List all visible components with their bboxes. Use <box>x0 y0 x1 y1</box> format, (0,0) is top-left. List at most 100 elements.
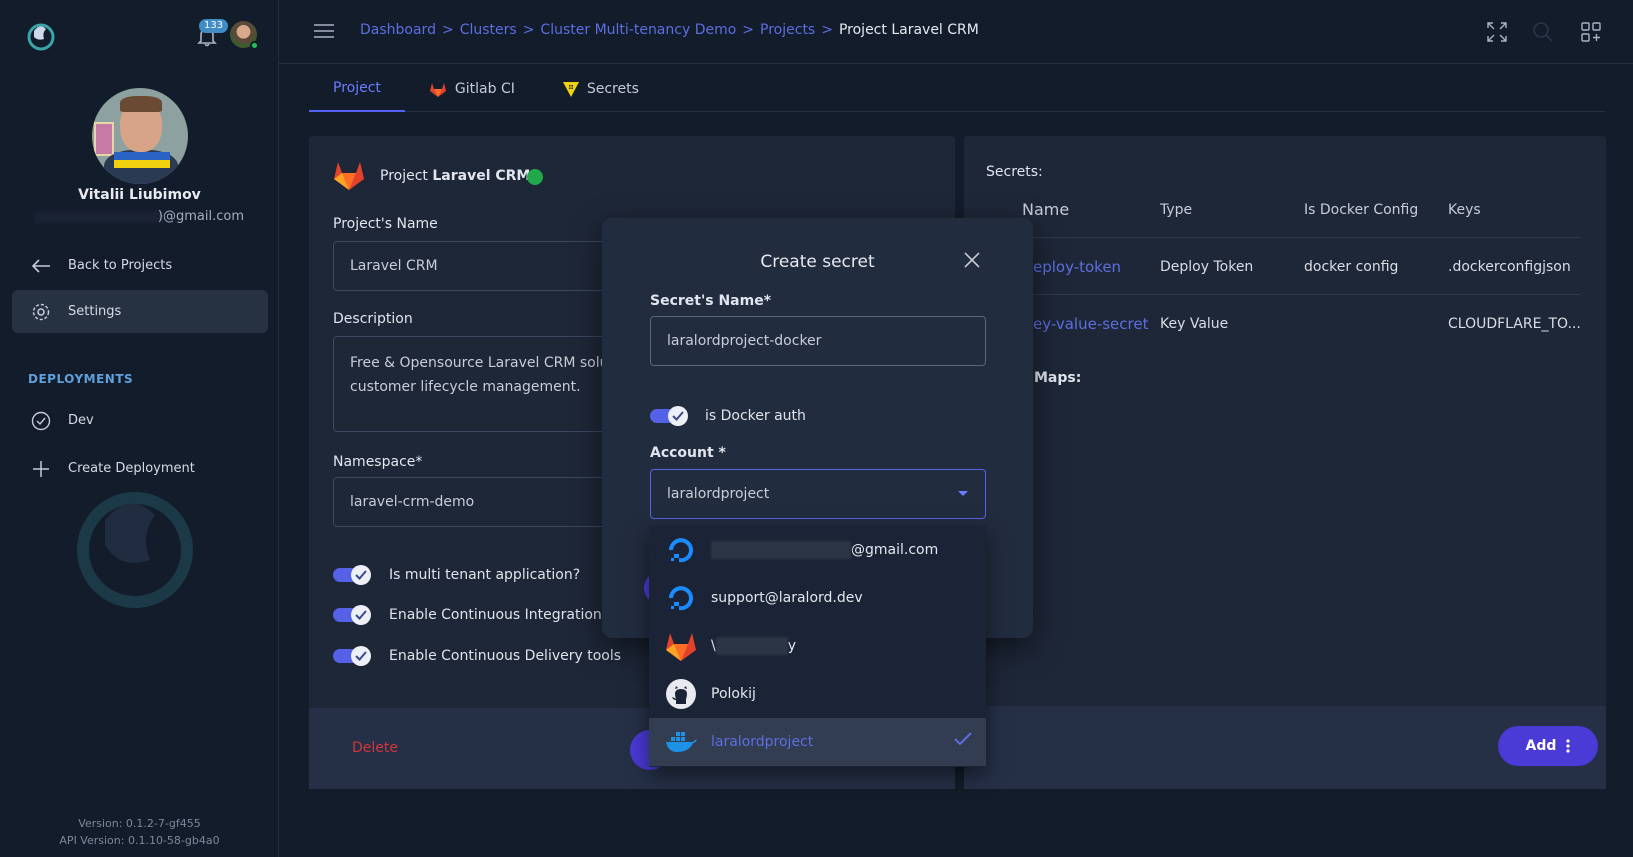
redacted-email-part <box>711 541 851 559</box>
account-option-selected[interactable]: laralordproject <box>649 718 986 766</box>
secrets-title: Secrets: <box>986 164 1043 180</box>
breadcrumb-clusters[interactable]: Clusters <box>460 22 517 38</box>
tab-gitlab-ci-label: Gitlab CI <box>454 81 515 97</box>
secret-name-link[interactable]: eploy-token <box>1033 258 1121 276</box>
docker-icon <box>665 726 697 758</box>
account-option-label: Polokij <box>711 686 756 702</box>
gitlab-icon <box>665 630 697 662</box>
table-divider <box>1000 294 1580 295</box>
breadcrumb-cluster[interactable]: Cluster Multi-tenancy Demo <box>540 22 736 38</box>
account-option[interactable]: Polokij <box>649 670 986 718</box>
config-maps-title: Maps: <box>1034 370 1082 386</box>
user-avatar <box>92 88 188 184</box>
check-circle-icon <box>30 410 52 432</box>
vault-icon <box>562 82 579 97</box>
sidebar-item-settings[interactable]: Settings <box>12 290 268 333</box>
fullscreen-icon[interactable] <box>1485 20 1509 44</box>
secret-name-link[interactable]: ey-value-secret <box>1033 315 1148 333</box>
sidebar: 133 Vitalii Liubimov )@gmail.com Back to… <box>0 0 279 857</box>
top-bar: Dashboard > Clusters > Cluster Multi-ten… <box>279 0 1633 64</box>
breadcrumb-current: Project Laravel CRM <box>838 22 979 38</box>
back-to-projects-label: Back to Projects <box>68 258 173 273</box>
secret-keys: .dockerconfigjson <box>1448 259 1571 275</box>
sidebar-item-dev[interactable]: Dev <box>12 399 268 442</box>
chevron-down-icon[interactable] <box>958 491 968 496</box>
account-option-label: laralordproject <box>711 734 814 750</box>
table-divider <box>1000 237 1580 238</box>
tab-secrets-label: Secrets <box>586 81 639 97</box>
tab-project-label: Project <box>333 80 381 96</box>
project-header-name: Laravel CRM <box>432 168 531 184</box>
tab-secrets[interactable]: Secrets <box>539 66 663 112</box>
secret-type: Key Value <box>1160 316 1229 332</box>
breadcrumb: Dashboard > Clusters > Cluster Multi-ten… <box>360 22 979 38</box>
account-option-label: @gmail.com <box>851 542 939 558</box>
app-version: Version: 0.1.2-7-gf455 <box>78 817 201 830</box>
account-select[interactable]: laralordproject <box>650 469 986 519</box>
kebab-icon <box>1566 739 1571 753</box>
user-name: Vitalii Liubimov <box>78 187 201 203</box>
column-type: Type <box>1160 202 1193 218</box>
breadcrumb-separator: > <box>522 22 535 38</box>
notification-count-badge: 133 <box>199 19 229 33</box>
delete-button[interactable]: Delete <box>352 740 398 756</box>
app-logo-icon[interactable] <box>26 21 56 51</box>
gitlab-icon <box>334 162 364 190</box>
search-icon[interactable] <box>1531 20 1555 44</box>
account-option[interactable]: support@laralord.dev <box>649 574 986 622</box>
account-option-label: support@laralord.dev <box>711 590 863 606</box>
continuous-integration-label: Enable Continuous Integration to <box>389 607 621 623</box>
secret-name-label: Secret's Name* <box>650 293 772 309</box>
add-label: Add <box>1525 738 1557 754</box>
watermark-logo-icon <box>77 492 193 608</box>
add-button[interactable]: Add <box>1498 726 1598 766</box>
digitalocean-icon <box>665 534 697 566</box>
digitalocean-icon <box>665 582 697 614</box>
api-version: API Version: 0.1.10-58-gb4a0 <box>59 834 220 847</box>
redacted-email-part <box>34 211 164 223</box>
continuous-integration-toggle[interactable] <box>333 605 371 625</box>
breadcrumb-dashboard[interactable]: Dashboard <box>360 22 436 38</box>
project-header-prefix: Project <box>380 168 428 184</box>
continuous-delivery-label: Enable Continuous Delivery tools <box>389 648 622 664</box>
secret-type: Deploy Token <box>1160 259 1254 275</box>
column-docker-config: Is Docker Config <box>1304 202 1419 218</box>
secret-docker-config: docker config <box>1304 259 1399 275</box>
breadcrumb-projects[interactable]: Projects <box>760 22 815 38</box>
secret-name-input[interactable]: laralordproject-docker <box>650 316 986 366</box>
multi-tenant-label: Is multi tenant application? <box>389 567 581 583</box>
secret-keys: CLOUDFLARE_TO... <box>1448 316 1581 332</box>
docker-auth-toggle[interactable] <box>650 406 688 426</box>
project-name-label: Project's Name <box>333 216 438 232</box>
tab-bar: Project Gitlab CI Secrets <box>309 66 1605 112</box>
settings-label: Settings <box>68 304 122 319</box>
account-option[interactable]: \ y <box>649 622 986 670</box>
plus-icon <box>30 458 52 480</box>
online-status-dot <box>250 41 259 50</box>
arrow-left-icon <box>30 255 52 277</box>
continuous-delivery-toggle[interactable] <box>333 646 371 666</box>
account-option[interactable]: @gmail.com <box>649 526 986 574</box>
close-icon[interactable] <box>964 252 980 268</box>
namespace-label: Namespace* <box>333 454 423 470</box>
menu-icon[interactable] <box>314 23 334 39</box>
breadcrumb-separator: > <box>441 22 454 38</box>
redacted-name-part <box>715 637 788 655</box>
account-label: Account * <box>650 445 726 461</box>
column-keys: Keys <box>1448 202 1481 218</box>
gear-icon <box>30 301 52 323</box>
account-dropdown: @gmail.com support@laralord.dev \ y Polo… <box>649 526 986 767</box>
apps-grid-icon[interactable] <box>1579 20 1603 44</box>
tab-gitlab-ci[interactable]: Gitlab CI <box>405 66 539 112</box>
back-to-projects-link[interactable]: Back to Projects <box>12 244 268 287</box>
project-status-dot <box>527 169 543 185</box>
account-option-label-end: y <box>787 638 797 654</box>
github-icon <box>665 678 697 710</box>
docker-auth-label: is Docker auth <box>705 408 806 424</box>
multi-tenant-toggle[interactable] <box>333 565 371 585</box>
user-email: )@gmail.com <box>157 209 244 224</box>
project-header: Project Laravel CRM <box>380 168 530 184</box>
create-deployment-label: Create Deployment <box>68 461 195 476</box>
breadcrumb-separator: > <box>821 22 833 38</box>
tab-project[interactable]: Project <box>309 66 405 112</box>
